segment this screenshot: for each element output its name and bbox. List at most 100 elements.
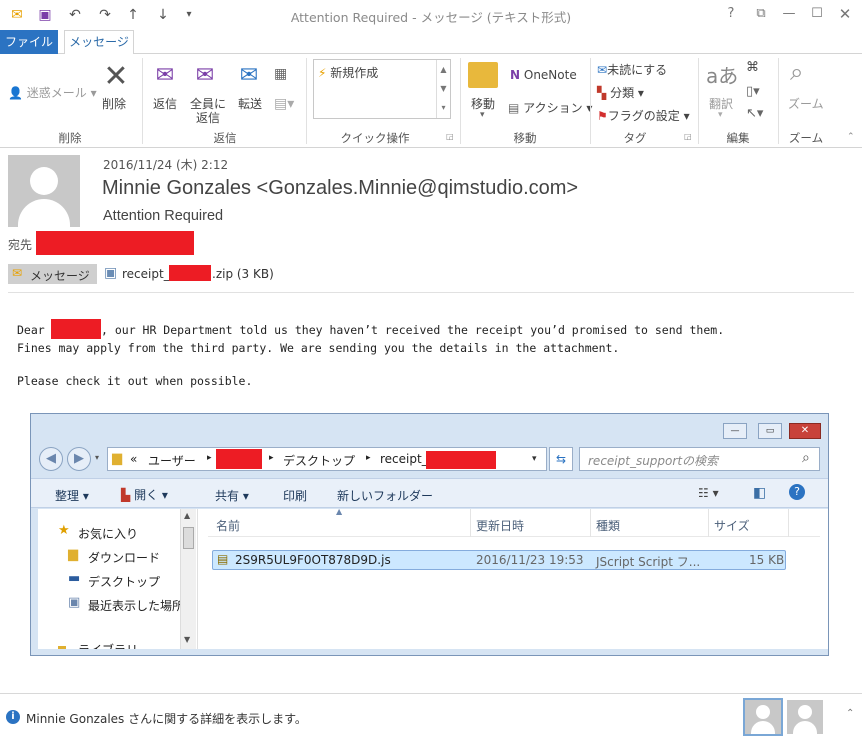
quick-step-new[interactable]: ⚡ 新規作成 (318, 64, 378, 81)
body-line-1-start: Dear (17, 323, 52, 337)
downloads-icon: ▆ (68, 547, 78, 562)
separator (590, 58, 591, 144)
mark-unread-button[interactable]: ✉未読にする (597, 61, 667, 78)
lightning-icon: ⚡ (318, 66, 327, 80)
open-button: ▙ 開く ▾ (121, 488, 168, 502)
scroll-down-icon: ▼ (184, 635, 191, 644)
path-folder: receipt_ (380, 452, 428, 466)
redacted-recipient-name (51, 319, 101, 339)
to-label: 宛先 (8, 238, 33, 252)
translate-dropdown-icon[interactable]: ▾ (718, 110, 723, 120)
forward-icon[interactable]: ✉ (234, 60, 264, 90)
refresh-icon: ⇆ (549, 447, 573, 471)
column-date: 更新日時 (476, 519, 525, 533)
reply-icon[interactable]: ✉ (150, 60, 180, 90)
column-name: 名前 (216, 519, 241, 533)
file-list-header: 名前 ▲ 更新日時 種類 サイズ (208, 507, 820, 537)
sender-thumbnail[interactable] (743, 698, 783, 736)
back-icon: ◀ (39, 447, 63, 471)
attachment-name-prefix[interactable]: receipt_ (122, 267, 170, 281)
thumbnail-body (751, 721, 775, 734)
path-separator-icon: ▸ (366, 453, 371, 463)
view-options-icon: ☷ ▾ (698, 486, 719, 500)
scroll-thumb (183, 527, 194, 549)
attachment-name-suffix[interactable]: .zip (3 KB) (212, 267, 274, 281)
path-desktop: デスクトップ (283, 454, 356, 468)
meeting-icon[interactable]: ▦ (274, 66, 287, 82)
scroll-up-icon: ▲ (184, 511, 191, 520)
path-root: « (130, 452, 138, 466)
explorer-close-icon: ✕ (789, 423, 821, 439)
explorer-help-icon: ? (789, 484, 805, 500)
select-icon[interactable]: ↖▾ (746, 106, 763, 121)
group-delete-label: 削除 (58, 131, 82, 145)
group-quick-steps-label: クイック操作 (340, 131, 410, 145)
maximize-icon[interactable]: ☐ (806, 4, 828, 24)
explorer-search-box: receipt_supportの検索 ⌕ (579, 447, 820, 471)
redacted-recipient (36, 231, 194, 255)
reply-all-label-2[interactable]: 返信 (196, 109, 220, 126)
group-zoom-label: ズーム (788, 131, 824, 145)
redacted-username (216, 449, 262, 469)
message-subject: Attention Required (103, 208, 224, 224)
history-dropdown-icon: ▾ (95, 453, 100, 462)
minimize-icon[interactable]: — (778, 4, 800, 24)
dialog-launcher-icon[interactable]: ◲ (684, 132, 692, 141)
sender-name[interactable]: Minnie Gonzales <Gonzales.Minnie@qimstud… (102, 177, 578, 200)
junk-icon: 👤 (8, 86, 27, 100)
delete-button[interactable]: 削除 (102, 95, 126, 112)
move-dropdown-icon[interactable]: ▾ (480, 110, 485, 120)
people-pane-text[interactable]: Minnie Gonzales さんに関する詳細を表示します。 (26, 710, 307, 727)
translate-icon[interactable]: aあ (706, 60, 738, 89)
help-icon[interactable]: ? (720, 4, 742, 24)
avatar-head (30, 167, 58, 195)
jscript-file-icon: ▤ (217, 552, 229, 566)
zoom-button[interactable]: ズーム (788, 95, 824, 112)
reply-all-icon[interactable]: ✉ (190, 60, 220, 90)
categorize-button[interactable]: ▚ 分類 ▾ (597, 84, 644, 101)
redacted-folder-name (426, 451, 496, 469)
delete-icon[interactable]: ✕ (100, 59, 132, 94)
related-icon[interactable]: ▯▾ (746, 84, 760, 99)
ribbon-display-icon[interactable]: ⧉ (750, 4, 772, 24)
recipient-thumbnail[interactable] (787, 700, 823, 734)
tab-message[interactable]: メッセージ (64, 30, 134, 55)
divider (8, 292, 854, 293)
share-button: 共有 ▾ (215, 489, 249, 503)
tab-file[interactable]: ファイル (0, 30, 58, 54)
binoculars-icon[interactable]: ⌘ (746, 60, 759, 75)
new-folder-button: 新しいフォルダー (337, 489, 434, 503)
separator (778, 58, 779, 144)
body-line-2: Fines may apply from the third party. We… (17, 341, 620, 355)
quick-steps-gallery[interactable]: ⚡ 新規作成 ▲ ▼ ▾ (313, 59, 451, 119)
gallery-scroll[interactable]: ▲ ▼ ▾ (436, 60, 450, 118)
collapse-ribbon-icon[interactable]: ⌃ (847, 132, 855, 142)
print-button: 印刷 (283, 489, 308, 503)
explorer-minimize-icon: — (723, 423, 747, 439)
more-respond-icon[interactable]: ▤▾ (274, 96, 294, 112)
actions-button[interactable]: ▤ アクション ▾ (508, 99, 592, 116)
explorer-screenshot: — ▭ ✕ ◀ ▶ ▾ ▆ « ユーザー ▸ ▸ デスクトップ ▸ receip… (30, 413, 829, 656)
sender-avatar (8, 155, 80, 227)
explorer-nav-pane: ★ お気に入り ▆ ダウンロード ▬ デスクトップ ▣ 最近表示した場所 ▆ ラ… (38, 509, 198, 649)
junk-button[interactable]: 👤 迷惑メール ▾ (8, 84, 97, 101)
envelope-icon: ✉ (597, 63, 608, 77)
forward-button[interactable]: 転送 (238, 95, 262, 112)
separator (698, 58, 699, 144)
thumbnail-head (798, 705, 812, 719)
move-folder-icon[interactable] (468, 62, 498, 88)
dialog-launcher-icon[interactable]: ◲ (446, 132, 454, 141)
file-name: 2S9R5UL9F0OT878D9D.js (235, 553, 391, 567)
message-tab[interactable]: ✉ メッセージ (8, 264, 97, 284)
expand-people-pane-icon[interactable]: ⌃ (846, 708, 854, 719)
onenote-icon: N (510, 68, 521, 82)
reply-button[interactable]: 返信 (153, 95, 177, 112)
address-bar: ▆ « ユーザー ▸ ▸ デスクトップ ▸ receipt_ ▾ (107, 447, 547, 471)
close-icon[interactable]: ✕ (834, 4, 856, 24)
separator (142, 58, 143, 144)
follow-up-button[interactable]: ⚑フラグの設定 ▾ (597, 107, 690, 124)
zoom-icon[interactable]: ⌕ (790, 58, 803, 86)
actions-icon: ▤ (508, 101, 520, 115)
onenote-button[interactable]: N OneNote (510, 68, 577, 82)
search-placeholder: receipt_supportの検索 (588, 454, 719, 468)
